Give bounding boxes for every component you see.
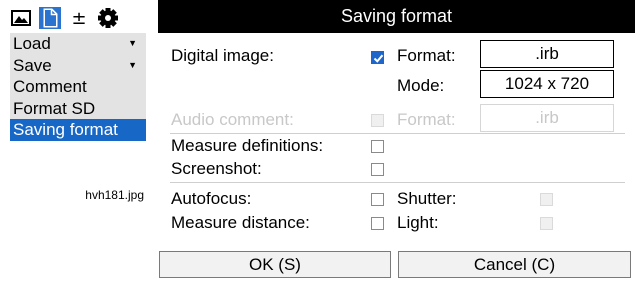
menu-item-saving-format[interactable]: Saving format xyxy=(10,119,146,141)
digital-image-checkbox[interactable] xyxy=(371,51,384,64)
menu-item-comment[interactable]: Comment xyxy=(10,76,146,98)
menu-item-load[interactable]: Load ▼ xyxy=(10,33,146,55)
svg-text:±: ± xyxy=(71,8,86,29)
plus-minus-icon[interactable]: ± xyxy=(68,7,90,29)
audio-comment-checkbox xyxy=(371,114,384,127)
gear-icon[interactable] xyxy=(97,7,119,29)
audio-format-field: .irb xyxy=(480,104,614,132)
screenshot-checkbox[interactable] xyxy=(371,163,384,176)
shutter-checkbox xyxy=(540,193,553,206)
measure-distance-label: Measure distance: xyxy=(171,213,310,232)
mode-field[interactable]: 1024 x 720 xyxy=(480,70,614,98)
shutter-label: Shutter: xyxy=(397,189,457,208)
digital-image-label: Digital image: xyxy=(171,46,274,65)
menu-list: Load ▼ Save ▼ Comment Format SD Saving f… xyxy=(10,33,146,141)
cancel-button[interactable]: Cancel (C) xyxy=(398,251,631,278)
ok-button[interactable]: OK (S) xyxy=(159,251,391,278)
measure-definitions-checkbox[interactable] xyxy=(371,140,384,153)
image-icon[interactable] xyxy=(10,7,32,29)
side-panel: ± Load ▼ Save ▼ Comment Format SD Saving… xyxy=(0,0,146,281)
checkmark-icon xyxy=(373,54,384,63)
chevron-down-icon: ▼ xyxy=(128,38,137,48)
saving-format-dialog: Saving format Digital image: Format: .ir… xyxy=(158,0,635,281)
format-label: Format: xyxy=(397,46,456,65)
menu-item-label: Save xyxy=(13,55,52,75)
filename-label: hvh181.jpg xyxy=(85,188,144,202)
dialog-title: Saving format xyxy=(158,0,635,33)
menu-item-format-sd[interactable]: Format SD xyxy=(10,98,146,120)
autofocus-label: Autofocus: xyxy=(171,189,252,208)
menu-item-label: Load xyxy=(13,34,51,53)
autofocus-checkbox[interactable] xyxy=(371,193,384,206)
audio-comment-label: Audio comment: xyxy=(171,110,294,129)
audio-format-label: Format: xyxy=(397,110,456,129)
menu-item-label: Format SD xyxy=(13,98,96,118)
menu-item-save[interactable]: Save ▼ xyxy=(10,55,146,77)
screenshot-label: Screenshot: xyxy=(171,159,262,178)
separator xyxy=(170,182,625,183)
mode-label: Mode: xyxy=(397,76,445,95)
format-field[interactable]: .irb xyxy=(480,40,614,68)
file-icon[interactable] xyxy=(39,7,61,29)
menu-item-label: Saving format xyxy=(13,120,118,139)
toolbar: ± xyxy=(10,5,126,31)
chevron-down-icon: ▼ xyxy=(128,59,137,70)
light-label: Light: xyxy=(397,213,439,232)
light-checkbox xyxy=(540,217,553,230)
menu-item-label: Comment xyxy=(13,77,87,96)
measure-definitions-label: Measure definitions: xyxy=(171,136,324,155)
separator xyxy=(170,133,625,134)
measure-distance-checkbox[interactable] xyxy=(371,217,384,230)
